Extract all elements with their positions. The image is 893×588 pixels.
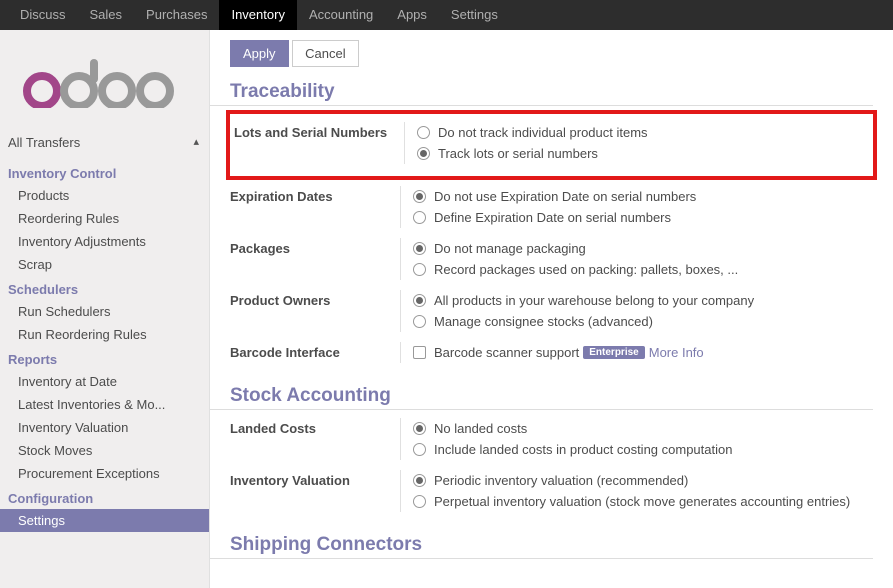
- option-valuation-perpetual[interactable]: Perpetual inventory valuation (stock mov…: [413, 491, 873, 512]
- more-info-link[interactable]: More Info: [649, 345, 704, 360]
- radio-icon: [413, 242, 426, 255]
- option-lots-track[interactable]: Track lots or serial numbers: [417, 143, 869, 164]
- sidebar-item-latest-inventories-mo-[interactable]: Latest Inventories & Mo...: [0, 393, 209, 416]
- radio-icon: [413, 422, 426, 435]
- sidebar-item-products[interactable]: Products: [0, 184, 209, 207]
- sidebar-heading-schedulers: Schedulers: [0, 276, 209, 300]
- radio-icon: [413, 263, 426, 276]
- sidebar-item-run-reordering-rules[interactable]: Run Reordering Rules: [0, 323, 209, 346]
- topbar-discuss[interactable]: Discuss: [8, 0, 78, 30]
- sidebar-item-settings[interactable]: Settings: [0, 509, 209, 532]
- topbar-settings[interactable]: Settings: [439, 0, 510, 30]
- apply-button[interactable]: Apply: [230, 40, 289, 67]
- radio-icon: [417, 126, 430, 139]
- radio-icon: [413, 211, 426, 224]
- radio-icon: [413, 190, 426, 203]
- radio-icon: [413, 443, 426, 456]
- content: Apply Cancel Traceability Lots and Seria…: [210, 30, 893, 588]
- radio-icon: [413, 474, 426, 487]
- radio-icon: [413, 315, 426, 328]
- topbar-inventory[interactable]: Inventory: [219, 0, 296, 30]
- option-landed-yes[interactable]: Include landed costs in product costing …: [413, 439, 873, 460]
- buttonbar: Apply Cancel: [210, 30, 893, 75]
- odoo-logo-icon: [22, 56, 177, 108]
- sidebar-all-transfers[interactable]: All Transfers ▴: [0, 129, 209, 160]
- label-lots: Lots and Serial Numbers: [234, 122, 404, 164]
- radio-icon: [413, 495, 426, 508]
- option-pkg-no[interactable]: Do not manage packaging: [413, 238, 873, 259]
- section-title-traceability: Traceability: [210, 75, 873, 106]
- sidebar-item-reordering-rules[interactable]: Reordering Rules: [0, 207, 209, 230]
- topbar-apps[interactable]: Apps: [385, 0, 439, 30]
- topbar: DiscussSalesPurchasesInventoryAccounting…: [0, 0, 893, 30]
- option-landed-no[interactable]: No landed costs: [413, 418, 873, 439]
- label-owners: Product Owners: [230, 290, 400, 332]
- sidebar-item-stock-moves[interactable]: Stock Moves: [0, 439, 209, 462]
- sidebar-item-scrap[interactable]: Scrap: [0, 253, 209, 276]
- topbar-sales[interactable]: Sales: [78, 0, 135, 30]
- section-title-shipping: Shipping Connectors: [210, 528, 873, 559]
- option-lots-no-track[interactable]: Do not track individual product items: [417, 122, 869, 143]
- sidebar-item-inventory-adjustments[interactable]: Inventory Adjustments: [0, 230, 209, 253]
- label-expiration: Expiration Dates: [230, 186, 400, 228]
- option-owner-consignee[interactable]: Manage consignee stocks (advanced): [413, 311, 873, 332]
- option-owner-company[interactable]: All products in your warehouse belong to…: [413, 290, 873, 311]
- option-valuation-periodic[interactable]: Periodic inventory valuation (recommende…: [413, 470, 873, 491]
- sidebar-item-inventory-valuation[interactable]: Inventory Valuation: [0, 416, 209, 439]
- option-barcode[interactable]: Barcode scanner support Enterprise More …: [413, 342, 873, 363]
- radio-icon: [417, 147, 430, 160]
- chevron-up-icon: ▴: [193, 135, 199, 148]
- sidebar-all-transfers-label: All Transfers: [8, 135, 80, 150]
- sidebar-item-inventory-at-date[interactable]: Inventory at Date: [0, 370, 209, 393]
- label-landed: Landed Costs: [230, 418, 400, 460]
- sidebar-heading-configuration: Configuration: [0, 485, 209, 509]
- radio-icon: [413, 294, 426, 307]
- section-title-stock-accounting: Stock Accounting: [210, 379, 873, 410]
- enterprise-badge: Enterprise: [583, 346, 644, 359]
- main: All Transfers ▴ Inventory ControlProduct…: [0, 30, 893, 588]
- sidebar: All Transfers ▴ Inventory ControlProduct…: [0, 30, 210, 588]
- sidebar-item-run-schedulers[interactable]: Run Schedulers: [0, 300, 209, 323]
- sidebar-item-procurement-exceptions[interactable]: Procurement Exceptions: [0, 462, 209, 485]
- highlight-box: Lots and Serial Numbers Do not track ind…: [226, 110, 877, 180]
- sidebar-heading-inventory-control: Inventory Control: [0, 160, 209, 184]
- label-barcode: Barcode Interface: [230, 342, 400, 363]
- sidebar-heading-reports: Reports: [0, 346, 209, 370]
- logo: [0, 38, 209, 129]
- topbar-purchases[interactable]: Purchases: [134, 0, 219, 30]
- label-valuation: Inventory Valuation: [230, 470, 400, 512]
- option-exp-no[interactable]: Do not use Expiration Date on serial num…: [413, 186, 873, 207]
- option-pkg-yes[interactable]: Record packages used on packing: pallets…: [413, 259, 873, 280]
- option-exp-yes[interactable]: Define Expiration Date on serial numbers: [413, 207, 873, 228]
- cancel-button[interactable]: Cancel: [292, 40, 358, 67]
- topbar-accounting[interactable]: Accounting: [297, 0, 385, 30]
- label-packages: Packages: [230, 238, 400, 280]
- checkbox-icon: [413, 346, 426, 359]
